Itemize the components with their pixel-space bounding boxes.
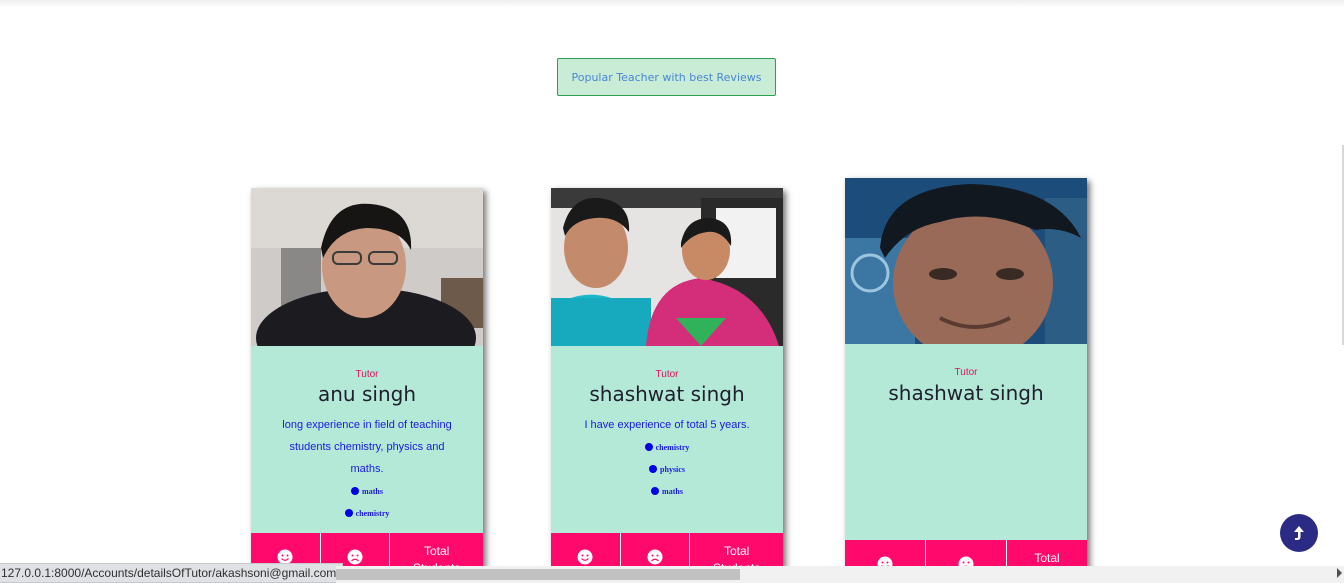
teacher-role: Tutor (954, 367, 978, 378)
subject-label: maths (362, 487, 383, 496)
bullet-icon (651, 487, 660, 495)
status-bar-url: 127.0.0.1:8000/Accounts/detailsOfTutor/a… (0, 563, 344, 583)
teacher-bio: I have experience of total 5 years. (584, 419, 750, 431)
page: Popular Teacher with best Reviews Tutor … (0, 0, 1344, 583)
bullet-icon (344, 509, 353, 517)
sad-face-icon (347, 549, 363, 565)
subject-item: chemistry (251, 503, 483, 525)
scroll-right-arrow-icon[interactable] (1337, 568, 1342, 578)
subject-label: chemistry (655, 443, 690, 452)
teacher-photo (551, 188, 783, 346)
like-button[interactable] (551, 533, 621, 568)
top-shadow-bar (0, 0, 1344, 8)
teacher-card[interactable]: Tutor shashwat singh I have experience o… (551, 188, 783, 568)
arrow-up-icon (1294, 526, 1304, 540)
subject-item: chemistry (551, 437, 783, 459)
teacher-photo (845, 178, 1087, 344)
popular-teacher-button[interactable]: Popular Teacher with best Reviews (557, 58, 776, 96)
card-footer: Total Students (551, 533, 783, 568)
subject-label: chemistry (355, 509, 390, 518)
teacher-role: Tutor (655, 369, 679, 380)
teacher-name: shashwat singh (888, 381, 1044, 405)
total-students-label: Total Students (712, 544, 761, 568)
teacher-card[interactable]: Tutor anu singh long experience in field… (251, 188, 483, 568)
total-students-label: Total Students (412, 544, 461, 568)
subject-item: maths (551, 481, 783, 503)
subject-label: maths (662, 487, 683, 496)
teacher-bio: long experience in field of teaching stu… (282, 419, 452, 475)
smile-icon (577, 549, 593, 565)
sad-face-icon (647, 549, 663, 565)
scrollbar-thumb[interactable] (336, 569, 740, 580)
subject-list: maths chemistry (251, 481, 483, 525)
teacher-role: Tutor (355, 369, 379, 380)
bullet-icon (351, 487, 360, 495)
bullet-icon (649, 465, 658, 473)
subject-label: physics (660, 465, 685, 474)
dislike-button[interactable] (621, 533, 691, 568)
bullet-icon (644, 443, 653, 451)
teacher-card[interactable]: Tutor shashwat singh Total (845, 178, 1087, 570)
subject-item: maths (251, 481, 483, 503)
subject-list: chemistry physics maths (551, 437, 783, 503)
teacher-photo (251, 188, 483, 346)
teacher-name: shashwat singh (589, 382, 745, 406)
horizontal-scrollbar[interactable] (336, 566, 1344, 583)
subject-item: physics (551, 459, 783, 481)
teacher-name: anu singh (318, 382, 416, 406)
scroll-top-button[interactable] (1280, 514, 1318, 552)
